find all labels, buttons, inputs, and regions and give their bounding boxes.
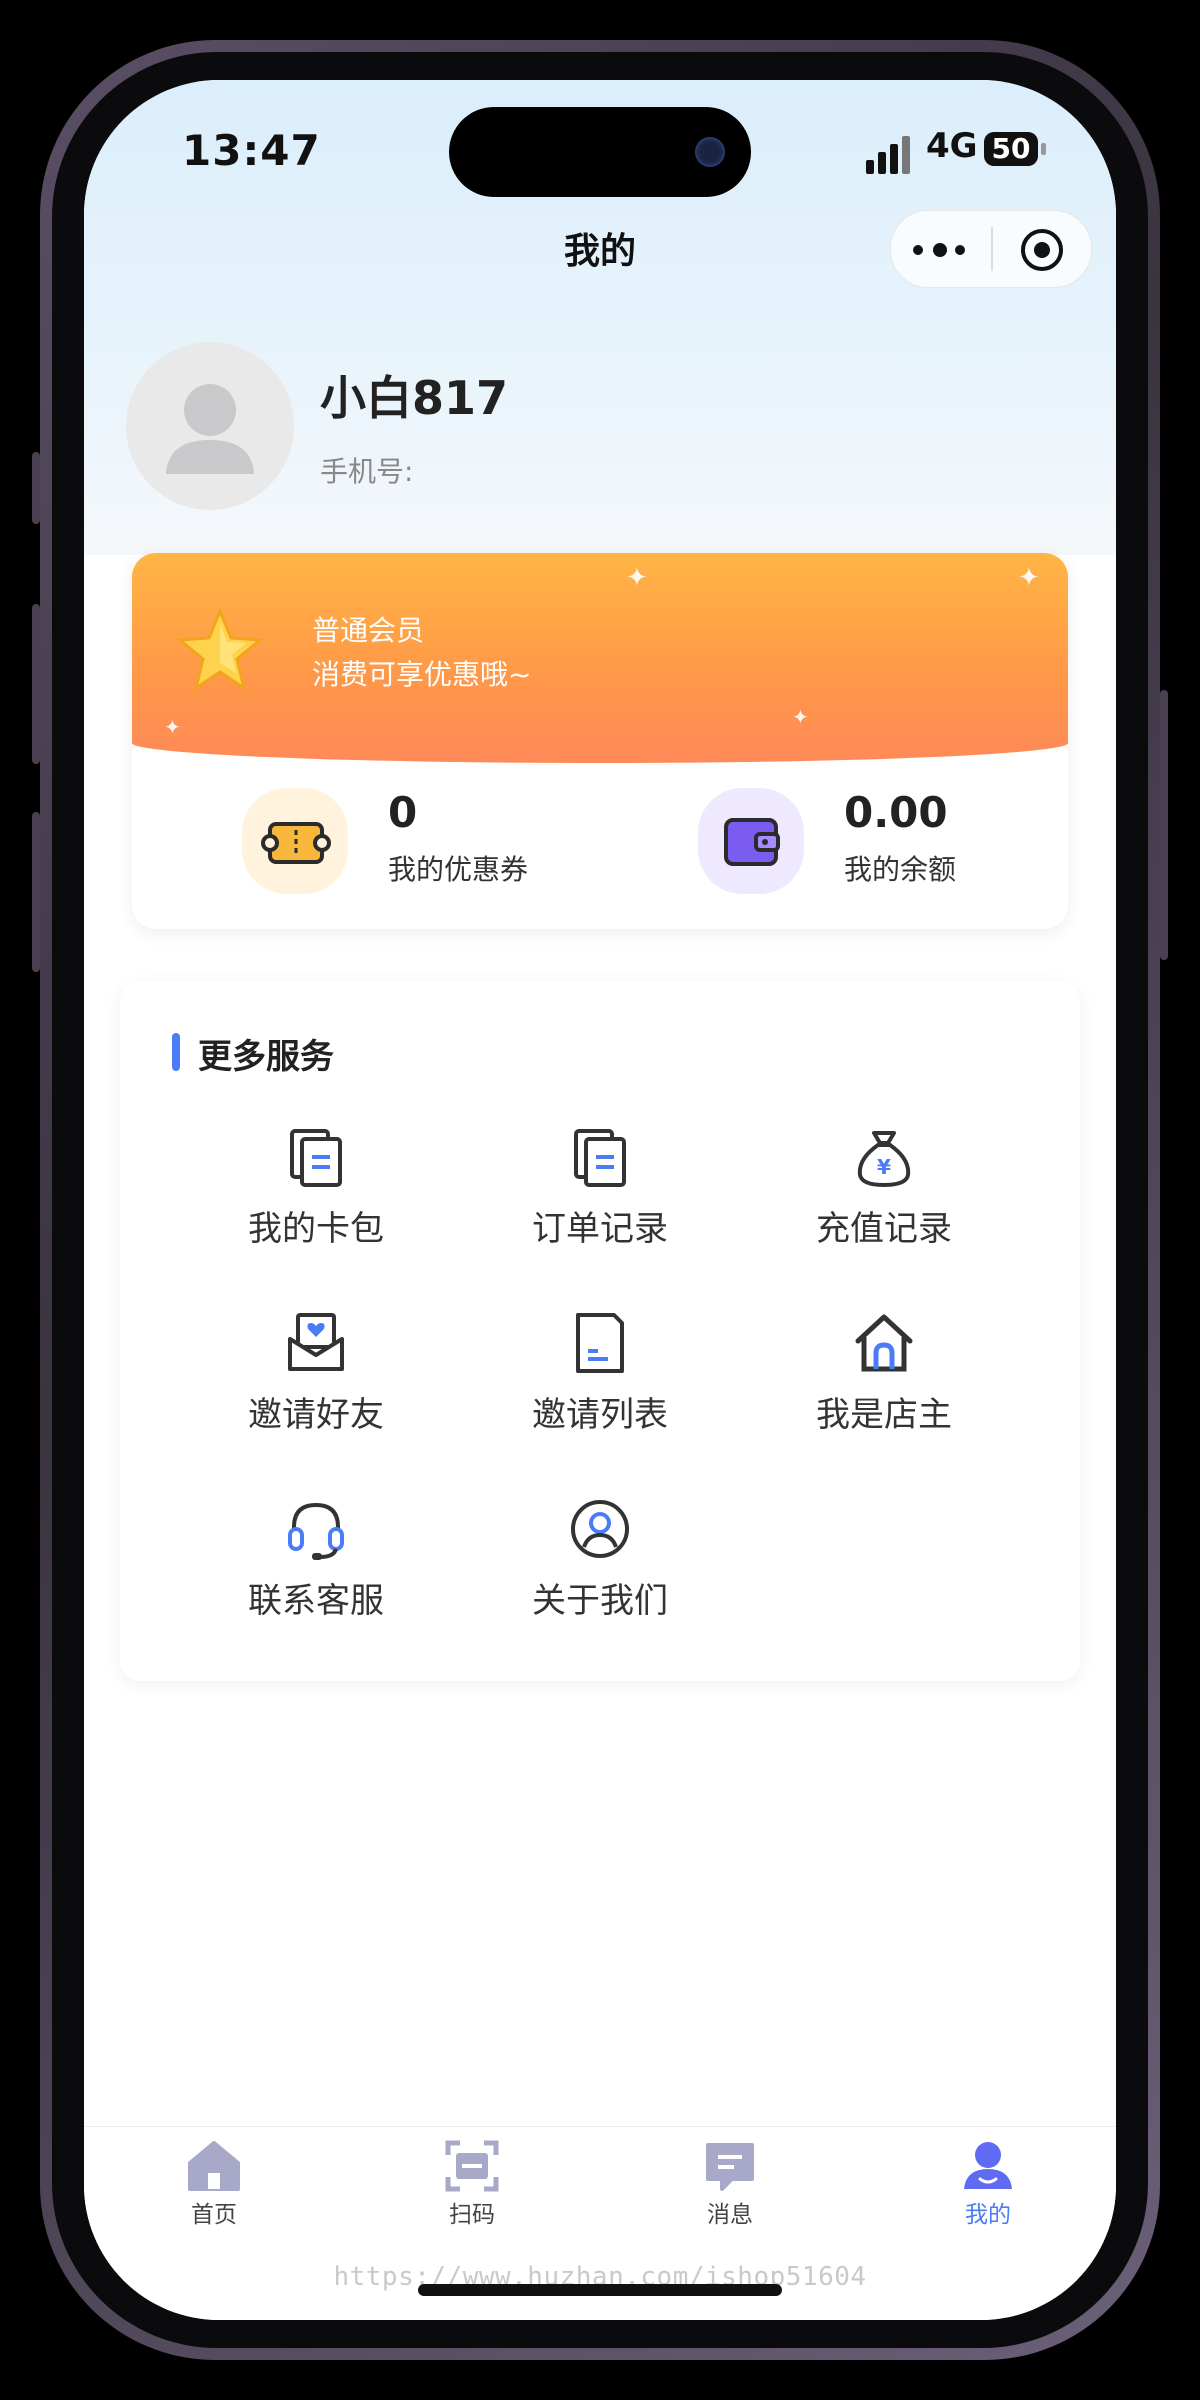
profile-icon	[964, 2142, 1012, 2189]
service-label: 邀请好友	[248, 1395, 384, 1435]
default-avatar-icon	[166, 384, 254, 474]
battery-icon: 50	[984, 132, 1046, 166]
target-close-icon[interactable]	[1021, 229, 1063, 271]
home-indicator[interactable]	[418, 2284, 782, 2296]
wallet-icon	[698, 788, 804, 894]
store-house-icon	[855, 1314, 913, 1372]
tab-home[interactable]: 首页	[134, 2139, 294, 2229]
member-banner[interactable]: ✦ ✦ ✦ ✦ 普通会员 消费可享优惠哦~	[132, 553, 1068, 763]
invite-list-icon	[576, 1313, 624, 1373]
volume-up-button	[32, 604, 40, 764]
mini-program-capsule	[890, 210, 1092, 288]
tab-label: 扫码	[449, 2202, 495, 2228]
tab-label: 消息	[707, 2202, 753, 2228]
service-label: 充值记录	[816, 1209, 952, 1249]
invite-envelope-icon	[288, 1313, 344, 1371]
member-card: ✦ ✦ ✦ ✦ 普通会员 消费可享优惠哦~ 0 我的优惠券 0.00 我的余额	[132, 553, 1068, 929]
tab-scan[interactable]: 扫码	[392, 2139, 552, 2229]
more-services-panel: 更多服务 我的卡包 订单记录 ¥ 充值记录 邀请好友 邀请列表 我是店主 联系客…	[120, 981, 1080, 1681]
member-description: 消费可享优惠哦~	[312, 658, 532, 691]
service-label: 我是店主	[816, 1395, 952, 1435]
service-label: 订单记录	[532, 1209, 668, 1249]
service-label: 我的卡包	[248, 1209, 384, 1249]
card-bag-icon	[290, 1129, 342, 1187]
username: 小白817	[320, 371, 509, 425]
tab-profile[interactable]: 我的	[908, 2139, 1068, 2229]
dynamic-island	[449, 107, 751, 197]
coupon-count: 0	[388, 788, 418, 837]
camera-icon	[695, 137, 725, 167]
user-circle-icon	[571, 1500, 629, 1558]
more-dots-icon[interactable]	[913, 235, 983, 265]
phone-label: 手机号:	[320, 455, 414, 488]
mute-switch	[32, 452, 40, 524]
volume-down-button	[32, 812, 40, 972]
member-level: 普通会员	[312, 614, 425, 647]
coupon-label: 我的优惠券	[388, 853, 529, 886]
status-time: 13:47	[182, 126, 321, 175]
svg-text:¥: ¥	[877, 1155, 891, 1179]
service-about-us[interactable]: 关于我们	[480, 1497, 720, 1647]
tab-label: 我的	[965, 2202, 1011, 2228]
power-button	[1160, 690, 1168, 960]
avatar[interactable]	[126, 342, 294, 510]
sparkle-icon: ✦	[626, 563, 648, 593]
section-title: 更多服务	[198, 1037, 334, 1077]
service-my-cards[interactable]: 我的卡包	[196, 1125, 436, 1275]
order-record-icon	[574, 1129, 626, 1187]
tab-label: 首页	[191, 2202, 237, 2228]
sparkle-icon: ✦	[1018, 563, 1040, 593]
app-screen: 13:47 4G 50 我的 小白817 手机号: ✦ ✦ ✦ ✦ 普通会员 消…	[84, 80, 1116, 2320]
service-invite-list[interactable]: 邀请列表	[480, 1311, 720, 1461]
service-label: 联系客服	[248, 1581, 384, 1621]
service-label: 邀请列表	[532, 1395, 668, 1435]
money-bag-icon: ¥	[857, 1131, 911, 1188]
service-recharge-records[interactable]: ¥ 充值记录	[764, 1125, 1004, 1275]
network-type: 4G	[926, 126, 978, 166]
balance-label: 我的余额	[844, 853, 957, 886]
tab-messages[interactable]: 消息	[650, 2139, 810, 2229]
headset-icon	[288, 1502, 344, 1560]
service-store-owner[interactable]: 我是店主	[764, 1311, 1004, 1461]
service-invite-friends[interactable]: 邀请好友	[196, 1311, 436, 1461]
sparkle-icon: ✦	[792, 705, 809, 729]
sparkle-icon: ✦	[164, 715, 181, 739]
capsule-divider	[991, 227, 993, 271]
balance-amount: 0.00	[844, 788, 948, 837]
section-marker	[172, 1033, 180, 1071]
service-label: 关于我们	[532, 1581, 668, 1621]
coupon-icon	[242, 788, 348, 894]
signal-icon	[866, 134, 916, 174]
scan-icon	[445, 2140, 499, 2192]
message-icon	[706, 2143, 754, 2191]
home-icon	[188, 2141, 240, 2191]
star-icon	[176, 607, 264, 692]
service-order-records[interactable]: 订单记录	[480, 1125, 720, 1275]
service-contact-support[interactable]: 联系客服	[196, 1497, 436, 1647]
